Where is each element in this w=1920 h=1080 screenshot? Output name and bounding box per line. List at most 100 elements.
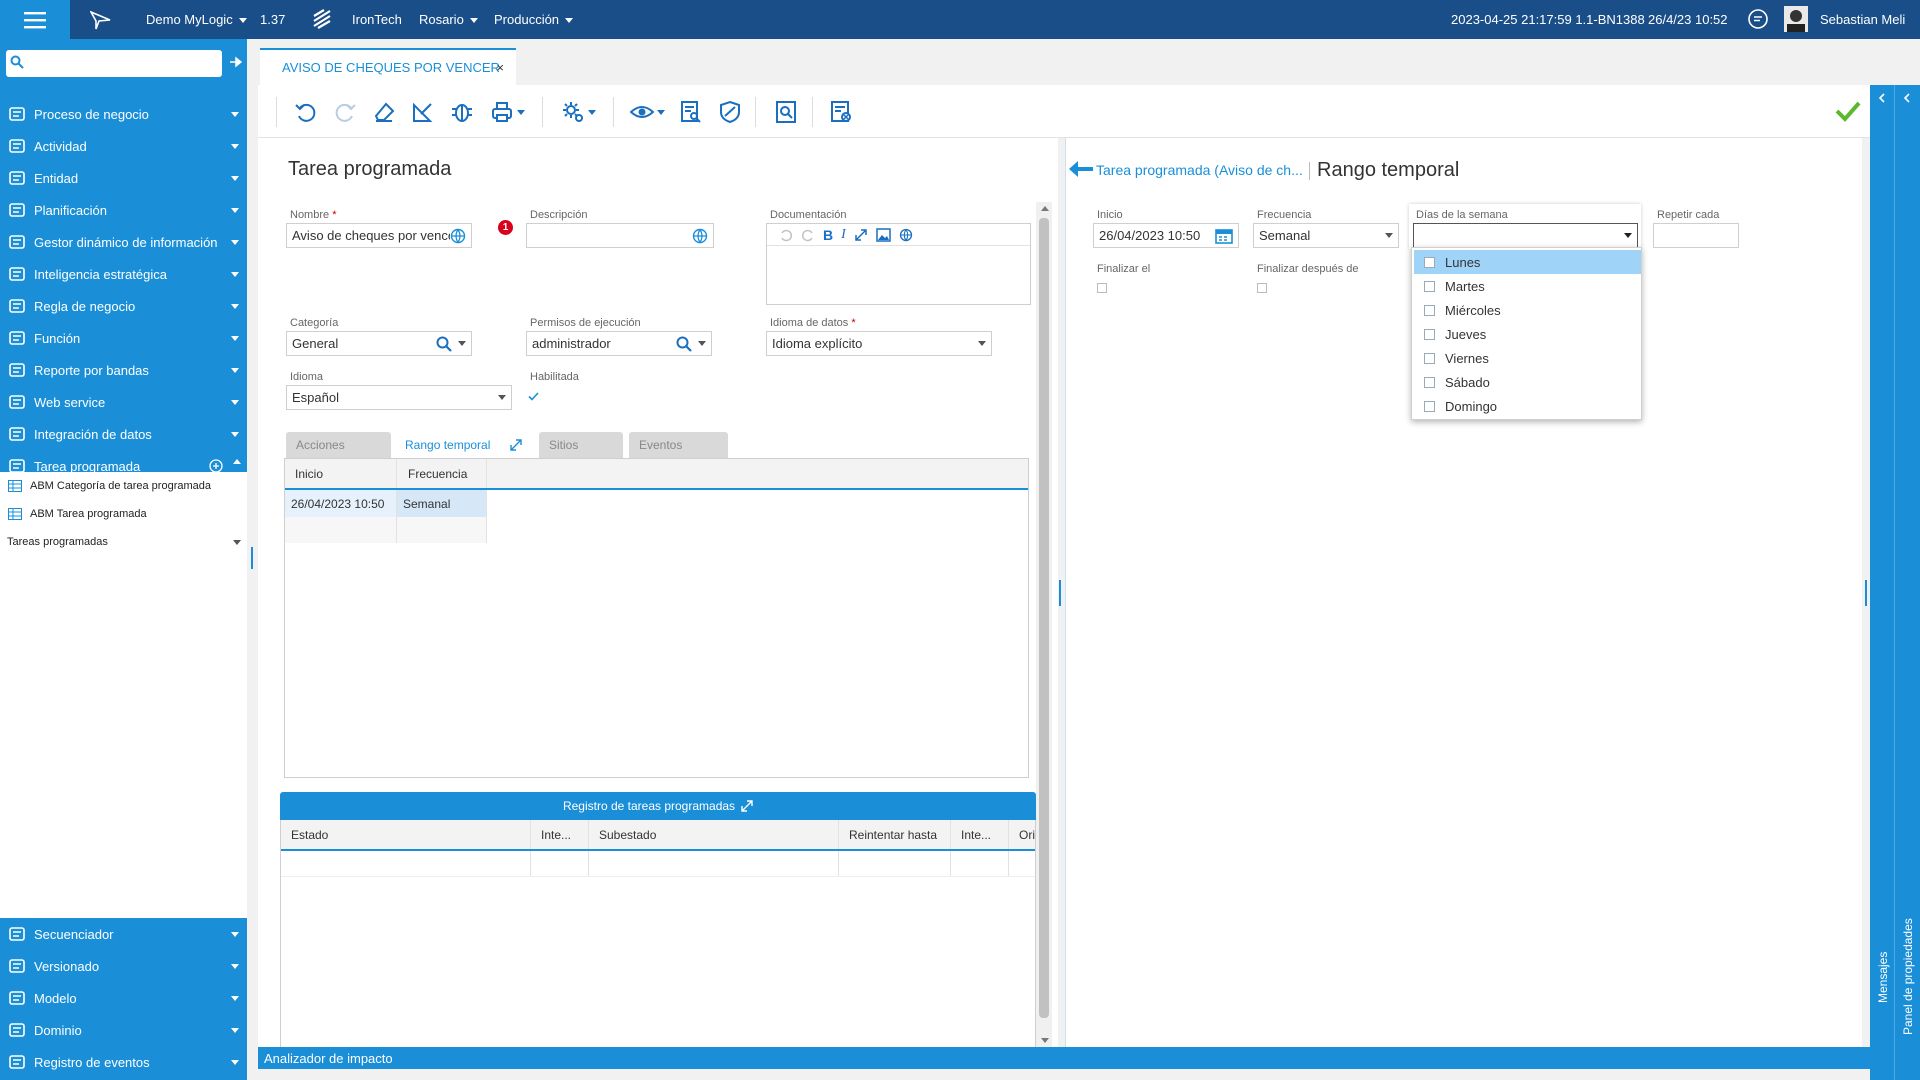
- option-viernes[interactable]: Viernes: [1414, 346, 1641, 370]
- chevron-left-icon[interactable]: [1878, 93, 1886, 103]
- chat-icon[interactable]: [1747, 8, 1769, 30]
- debug-button[interactable]: [447, 97, 477, 127]
- hamburger-menu-button[interactable]: [0, 0, 70, 39]
- finalizar-el-checkbox[interactable]: [1097, 283, 1107, 293]
- schedule-button[interactable]: [826, 97, 856, 127]
- view-button[interactable]: [626, 97, 668, 127]
- design-button[interactable]: [408, 97, 438, 127]
- sidebar-subitem-abm-tarea[interactable]: ABM Tarea programada: [0, 500, 247, 528]
- chevron-down-icon[interactable]: [698, 341, 706, 346]
- preview-button[interactable]: [771, 97, 801, 127]
- column-header-intentos[interactable]: Inte...: [531, 820, 589, 849]
- sidebar-item-inteligencia-estrat-gica[interactable]: Inteligencia estratégica: [0, 258, 247, 290]
- avatar[interactable]: [1784, 6, 1808, 32]
- vertical-scrollbar[interactable]: [1036, 202, 1052, 1047]
- repetir-field[interactable]: [1653, 223, 1739, 248]
- option-domingo[interactable]: Domingo: [1414, 394, 1641, 418]
- undo-button[interactable]: [291, 97, 321, 127]
- search-icon[interactable]: [436, 336, 452, 352]
- tab-rango-temporal[interactable]: Rango temporal: [395, 432, 532, 458]
- sidebar-item-dominio[interactable]: Dominio: [0, 1014, 247, 1046]
- globe-icon[interactable]: [692, 228, 708, 244]
- security-button[interactable]: [715, 97, 745, 127]
- impact-analyzer-bar[interactable]: Analizador de impacto: [258, 1047, 1870, 1069]
- redo-button[interactable]: [330, 97, 360, 127]
- tab-aviso-de-cheques[interactable]: AVISO DE CHEQUES POR VENCER ×: [260, 48, 516, 85]
- expand-icon[interactable]: [510, 439, 522, 451]
- option-jueves[interactable]: Jueves: [1414, 322, 1641, 346]
- tab-acciones[interactable]: Acciones: [286, 432, 391, 458]
- sidebar-item-secuenciador[interactable]: Secuenciador: [0, 918, 247, 950]
- idioma-datos-select[interactable]: Idioma explícito: [766, 331, 992, 356]
- chevron-left-icon[interactable]: [1903, 93, 1911, 103]
- documentacion-editor[interactable]: B I: [766, 223, 1031, 305]
- scroll-up-icon[interactable]: [1041, 206, 1049, 211]
- table-row[interactable]: 26/04/2023 10:50 Semanal: [285, 490, 1028, 517]
- messages-strip[interactable]: Mensajes: [1870, 85, 1895, 1080]
- column-header-frecuencia[interactable]: Frecuencia: [397, 459, 487, 488]
- back-arrow-icon[interactable]: [1068, 160, 1094, 178]
- column-header-origen[interactable]: Ori: [1009, 820, 1035, 849]
- column-header-estado[interactable]: Estado: [281, 820, 531, 849]
- idioma-select[interactable]: Español: [286, 385, 512, 410]
- right-splitter[interactable]: [1865, 580, 1867, 606]
- pin-icon[interactable]: [228, 56, 242, 68]
- sidebar-subitem-abm-categoria[interactable]: ABM Categoría de tarea programada: [0, 472, 247, 500]
- italic-icon[interactable]: I: [841, 227, 846, 243]
- user-name[interactable]: Sebastian Meli: [1820, 0, 1905, 39]
- column-header-subestado[interactable]: Subestado: [589, 820, 839, 849]
- globe-icon[interactable]: [450, 228, 466, 244]
- sidebar-search[interactable]: [6, 50, 222, 77]
- sidebar-item-entidad[interactable]: Entidad: [0, 162, 247, 194]
- habilitada-checkbox[interactable]: [528, 391, 539, 402]
- nombre-field[interactable]: Aviso de cheques por vencer: [286, 223, 472, 248]
- option-sabado[interactable]: Sábado: [1414, 370, 1641, 394]
- sidebar-item-planificaci-n[interactable]: Planificación: [0, 194, 247, 226]
- eraser-button[interactable]: [369, 97, 399, 127]
- splitter-handle[interactable]: [251, 547, 253, 569]
- scrollbar-thumb[interactable]: [1039, 218, 1049, 1018]
- expand-icon[interactable]: [741, 800, 753, 812]
- sidebar-item-proceso-de-negocio[interactable]: Proceso de negocio: [0, 98, 247, 130]
- bold-icon[interactable]: B: [823, 227, 833, 243]
- breadcrumb-link[interactable]: Tarea programada (Aviso de ch...: [1096, 162, 1303, 178]
- sidebar-item-modelo[interactable]: Modelo: [0, 982, 247, 1014]
- categoria-field[interactable]: General: [286, 331, 472, 356]
- dias-select[interactable]: [1413, 223, 1638, 248]
- frecuencia-select[interactable]: Semanal: [1253, 223, 1399, 248]
- sidebar-item-integraci-n-de-datos[interactable]: Integración de datos: [0, 418, 247, 450]
- sidebar-search-input[interactable]: [28, 53, 216, 73]
- column-header-inicio[interactable]: Inicio: [285, 459, 397, 488]
- print-button[interactable]: [486, 97, 528, 127]
- properties-strip[interactable]: Panel de propiedades: [1895, 85, 1920, 1080]
- app-selector[interactable]: Demo MyLogic: [146, 0, 247, 39]
- sidebar-item-regla-de-negocio[interactable]: Regla de negocio: [0, 290, 247, 322]
- sidebar-item-web-service[interactable]: Web service: [0, 386, 247, 418]
- sidebar-item-versionado[interactable]: Versionado: [0, 950, 247, 982]
- document-search-button[interactable]: [676, 97, 706, 127]
- inicio-datetime-field[interactable]: 26/04/2023 10:50: [1093, 223, 1239, 248]
- column-header-intervalo[interactable]: Inte...: [951, 820, 1009, 849]
- tab-sitios[interactable]: Sitios: [539, 432, 623, 458]
- finalizar-despues-checkbox[interactable]: [1257, 283, 1267, 293]
- sidebar-item-actividad[interactable]: Actividad: [0, 130, 247, 162]
- sidebar-item-gestor-din-mico-de-informaci-n[interactable]: Gestor dinámico de información: [0, 226, 247, 258]
- location-selector[interactable]: Rosario: [419, 0, 478, 39]
- confirm-button[interactable]: [1835, 99, 1861, 123]
- option-lunes[interactable]: Lunes: [1414, 250, 1641, 274]
- pane-splitter[interactable]: [1059, 580, 1061, 606]
- column-header-reintentar-hasta[interactable]: Reintentar hasta: [839, 820, 951, 849]
- option-miercoles[interactable]: Miércoles: [1414, 298, 1641, 322]
- sidebar-subitem-tareas-programadas[interactable]: Tareas programadas: [0, 528, 247, 556]
- scroll-down-icon[interactable]: [1041, 1038, 1049, 1043]
- calendar-icon[interactable]: [1215, 228, 1233, 244]
- tab-eventos[interactable]: Eventos: [629, 432, 728, 458]
- environment-selector[interactable]: Producción: [494, 0, 574, 39]
- settings-button[interactable]: [557, 97, 599, 127]
- sidebar-item-reporte-por-bandas[interactable]: Reporte por bandas: [0, 354, 247, 386]
- sidebar-item-registro-de-eventos[interactable]: Registro de eventos: [0, 1046, 247, 1078]
- permisos-field[interactable]: administrador: [526, 331, 712, 356]
- option-martes[interactable]: Martes: [1414, 274, 1641, 298]
- close-icon[interactable]: ×: [496, 60, 504, 75]
- search-icon[interactable]: [676, 336, 692, 352]
